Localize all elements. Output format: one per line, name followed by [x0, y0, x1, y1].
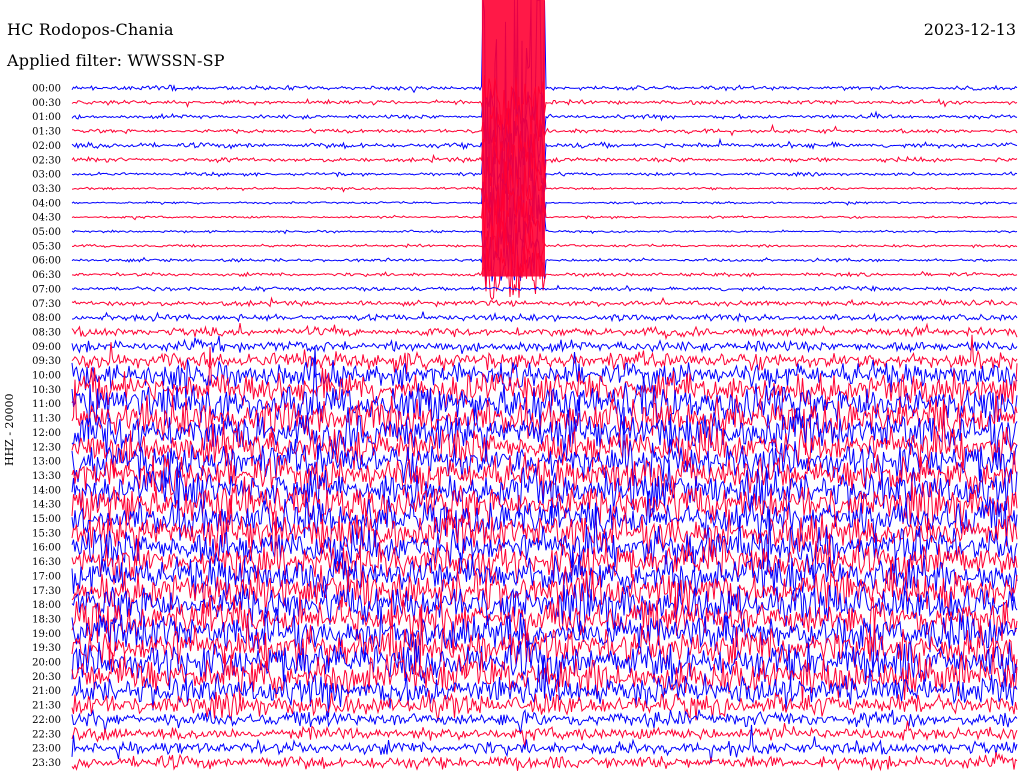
- time-tick-label: 21:00: [32, 686, 61, 697]
- time-tick-label: 01:30: [32, 127, 61, 138]
- time-tick-label: 15:30: [32, 528, 61, 539]
- time-tick-label: 14:00: [32, 485, 61, 496]
- time-tick-label: 16:00: [32, 543, 61, 554]
- time-tick-label: 22:00: [32, 715, 61, 726]
- time-tick-label: 16:30: [32, 557, 61, 568]
- time-tick-label: 05:00: [32, 227, 61, 238]
- time-tick-label: 07:00: [32, 284, 61, 295]
- trace-line: [71, 751, 1018, 772]
- time-tick-label: 17:00: [32, 571, 61, 582]
- time-tick-label: 10:30: [32, 385, 61, 396]
- time-tick-label: 13:00: [32, 457, 61, 468]
- trace-line: [72, 311, 1018, 324]
- time-tick-label: 15:00: [32, 514, 61, 525]
- time-tick-label: 10:00: [32, 371, 61, 382]
- trace-line: [71, 322, 1018, 341]
- time-tick-label: 21:30: [32, 701, 61, 712]
- time-tick-label: 09:30: [32, 356, 61, 367]
- time-tick-label: 18:30: [32, 614, 61, 625]
- time-label-group: 00:00 00:30 01:00 01:30 02:00 02:30 03:00 03:30…: [32, 84, 61, 769]
- time-tick-label: 12:30: [32, 442, 61, 453]
- time-tick-label: 02:30: [32, 155, 61, 166]
- time-tick-label: 19:00: [32, 629, 61, 640]
- time-tick-label: 06:30: [32, 270, 61, 281]
- trace-line: [71, 335, 1018, 354]
- trace-group: [71, 0, 1018, 772]
- time-tick-label: 00:30: [32, 98, 61, 109]
- time-tick-label: 22:30: [32, 729, 61, 740]
- time-tick-label: 20:00: [32, 658, 61, 669]
- time-tick-label: 07:30: [32, 299, 61, 310]
- time-tick-label: 13:30: [32, 471, 61, 482]
- time-tick-label: 05:30: [32, 241, 61, 252]
- time-tick-label: 09:00: [32, 342, 61, 353]
- time-tick-label: 06:00: [32, 256, 61, 267]
- time-tick-label: 23:30: [32, 758, 61, 769]
- time-tick-label: 12:00: [32, 428, 61, 439]
- time-tick-label: 04:30: [32, 213, 61, 224]
- time-tick-label: 02:00: [32, 141, 61, 152]
- event-burst: [481, 0, 545, 277]
- time-tick-label: 11:00: [32, 399, 61, 410]
- time-tick-label: 18:00: [32, 600, 61, 611]
- time-tick-label: 04:00: [32, 198, 61, 209]
- time-tick-label: 14:30: [32, 500, 61, 511]
- trace-line: [71, 284, 1018, 293]
- trace-line: [71, 720, 1018, 747]
- time-tick-label: 03:00: [32, 170, 61, 181]
- trace-line: [71, 334, 1018, 375]
- time-tick-label: 23:00: [32, 744, 61, 755]
- time-tick-label: 01:00: [32, 112, 61, 123]
- time-tick-label: 17:30: [32, 586, 61, 597]
- trace-line: [71, 296, 1018, 308]
- time-tick-label: 08:00: [32, 313, 61, 324]
- time-tick-label: 11:30: [32, 414, 61, 425]
- time-tick-label: 19:30: [32, 643, 61, 654]
- helicorder-plot: 00:00 00:30 01:00 01:30 02:00 02:30 03:00 03:30…: [32, 0, 1018, 772]
- time-tick-label: 20:30: [32, 672, 61, 683]
- time-tick-label: 03:30: [32, 184, 61, 195]
- time-tick-label: 00:00: [32, 84, 61, 95]
- time-tick-label: 08:30: [32, 327, 61, 338]
